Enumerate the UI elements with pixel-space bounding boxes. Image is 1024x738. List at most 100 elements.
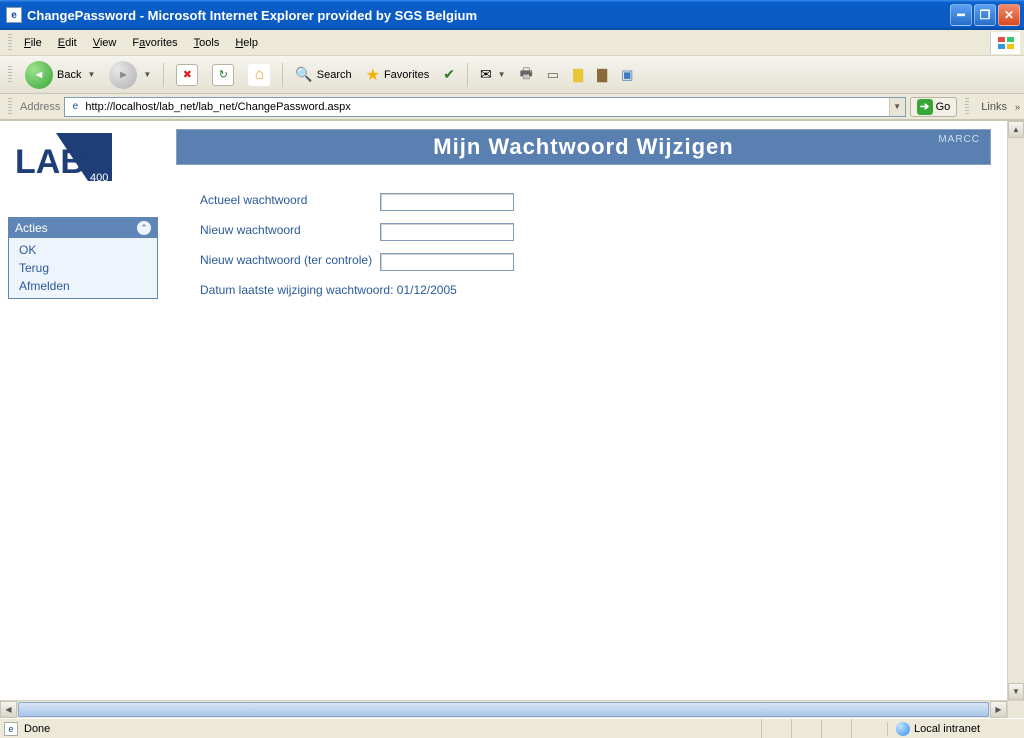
search-icon: 🔍 [295, 66, 312, 83]
toolbar-separator [163, 63, 164, 87]
toolbar-grip[interactable] [8, 66, 12, 84]
action-logout[interactable]: Afmelden [9, 277, 157, 295]
search-label: Search [317, 69, 352, 81]
stop-button[interactable]: ✖ [171, 61, 203, 89]
last-change-note: Datum laatste wijziging wachtwoord: 01/1… [200, 283, 999, 297]
new-password-label: Nieuw wachtwoord [200, 223, 380, 237]
change-password-form: Actueel wachtwoord Nieuw wachtwoord Nieu… [200, 193, 999, 297]
window-titlebar: e ChangePassword - Microsoft Internet Ex… [0, 0, 1024, 30]
edit-button[interactable]: ▭ [542, 64, 564, 86]
windows-flag-icon [990, 32, 1020, 54]
search-button[interactable]: 🔍 Search [290, 63, 356, 86]
menu-help[interactable]: Help [227, 35, 266, 51]
research-button[interactable]: ▇ [592, 64, 612, 86]
home-icon: ⌂ [254, 66, 264, 84]
toolbar-separator [467, 63, 468, 87]
menu-file[interactable]: File [16, 35, 50, 51]
scroll-right-button[interactable]: ▶ [990, 701, 1007, 718]
scroll-thumb[interactable] [18, 702, 989, 717]
address-input[interactable] [85, 101, 888, 113]
status-cell [761, 719, 791, 738]
lab400-logo: LAB 400 [12, 131, 116, 187]
security-zone: Local intranet [887, 722, 1020, 736]
favorites-button[interactable]: ★ Favorites [361, 62, 435, 88]
menu-bar: File Edit View Favorites Tools Help [0, 30, 1024, 56]
mail-icon: ✉ [480, 66, 492, 83]
collapse-icon[interactable]: ⌃ [137, 221, 151, 235]
star-icon: ★ [366, 65, 380, 85]
stop-icon: ✖ [183, 68, 192, 81]
links-label[interactable]: Links [977, 101, 1011, 113]
chevron-down-icon: ▼ [143, 70, 151, 79]
zone-label: Local intranet [914, 723, 980, 735]
toolbar-separator [282, 63, 283, 87]
back-label: Back [57, 69, 81, 81]
back-icon: ◄ [25, 61, 53, 89]
forward-icon: ► [109, 61, 137, 89]
refresh-icon: ↻ [219, 68, 228, 81]
history-button[interactable]: ✔ [438, 63, 460, 86]
page-header-band: Mijn Wachtwoord Wijzigen MARCC [176, 129, 991, 165]
scroll-left-button[interactable]: ◀ [0, 701, 17, 718]
toolbar-grip[interactable] [8, 34, 12, 52]
menu-tools[interactable]: Tools [186, 35, 228, 51]
new-password-input[interactable] [380, 223, 514, 241]
menu-edit[interactable]: Edit [50, 35, 85, 51]
actions-panel-header[interactable]: Acties ⌃ [9, 218, 157, 238]
messenger-icon: ▣ [621, 67, 633, 83]
home-button[interactable]: ⌂ [243, 61, 275, 89]
toolbar-grip[interactable] [965, 98, 969, 116]
window-minimize-button[interactable]: ━ [950, 4, 972, 26]
scroll-track[interactable] [1008, 138, 1024, 683]
status-cell [851, 719, 881, 738]
actions-panel: Acties ⌃ OK Terug Afmelden [8, 217, 158, 299]
horizontal-scrollbar[interactable]: ◀ ▶ [0, 700, 1024, 718]
go-button[interactable]: ➔ Go [910, 97, 958, 117]
back-button[interactable]: ◄ Back ▼ [20, 58, 100, 92]
messenger-button[interactable]: ▣ [616, 64, 638, 86]
address-dropdown-button[interactable]: ▼ [889, 98, 905, 116]
current-password-input[interactable] [380, 193, 514, 211]
actions-panel-title: Acties [15, 221, 48, 235]
research-icon: ▇ [597, 67, 607, 83]
navigation-toolbar: ◄ Back ▼ ► ▼ ✖ ↻ ⌂ 🔍 Search ★ Favorites … [0, 56, 1024, 94]
status-bar: e Done Local intranet [0, 718, 1024, 738]
go-label: Go [936, 101, 951, 113]
print-button[interactable]: 🖶 [515, 60, 538, 90]
action-back[interactable]: Terug [9, 259, 157, 277]
window-restore-button[interactable]: ❐ [974, 4, 996, 26]
address-input-wrap: e ▼ [64, 97, 905, 117]
page-status-icon: e [4, 722, 18, 736]
menu-favorites[interactable]: Favorites [124, 35, 185, 51]
chevron-right-icon[interactable]: » [1015, 102, 1020, 112]
status-text: Done [24, 723, 50, 735]
browser-viewport: LAB 400 Acties ⌃ OK Terug Afmelden [0, 120, 1024, 700]
discuss-button[interactable]: ▇ [568, 64, 588, 86]
status-cell [821, 719, 851, 738]
refresh-button[interactable]: ↻ [207, 61, 239, 89]
current-password-label: Actueel wachtwoord [200, 193, 380, 207]
go-arrow-icon: ➔ [917, 99, 933, 115]
svg-text:400: 400 [90, 172, 108, 184]
chevron-down-icon: ▼ [498, 70, 506, 79]
intranet-icon [896, 722, 910, 736]
page-content: LAB 400 Acties ⌃ OK Terug Afmelden [0, 121, 1007, 700]
address-bar: Address e ▼ ➔ Go Links » [0, 94, 1024, 120]
page-title: Mijn Wachtwoord Wijzigen [433, 134, 733, 160]
window-title: ChangePassword - Microsoft Internet Expl… [27, 8, 948, 23]
vertical-scrollbar[interactable]: ▲ ▼ [1007, 121, 1024, 700]
chevron-down-icon: ▼ [87, 70, 95, 79]
scroll-up-button[interactable]: ▲ [1008, 121, 1024, 138]
note-icon: ▇ [573, 67, 583, 83]
mail-button[interactable]: ✉▼ [475, 63, 511, 86]
current-user-label: MARCC [938, 134, 980, 145]
toolbar-grip[interactable] [8, 98, 12, 116]
confirm-password-input[interactable] [380, 253, 514, 271]
scroll-down-button[interactable]: ▼ [1008, 683, 1024, 700]
forward-button[interactable]: ► ▼ [104, 58, 156, 92]
menu-view[interactable]: View [85, 35, 125, 51]
action-ok[interactable]: OK [9, 241, 157, 259]
print-icon: 🖶 [520, 63, 533, 87]
window-close-button[interactable]: ✕ [998, 4, 1020, 26]
history-icon: ✔ [443, 66, 455, 83]
